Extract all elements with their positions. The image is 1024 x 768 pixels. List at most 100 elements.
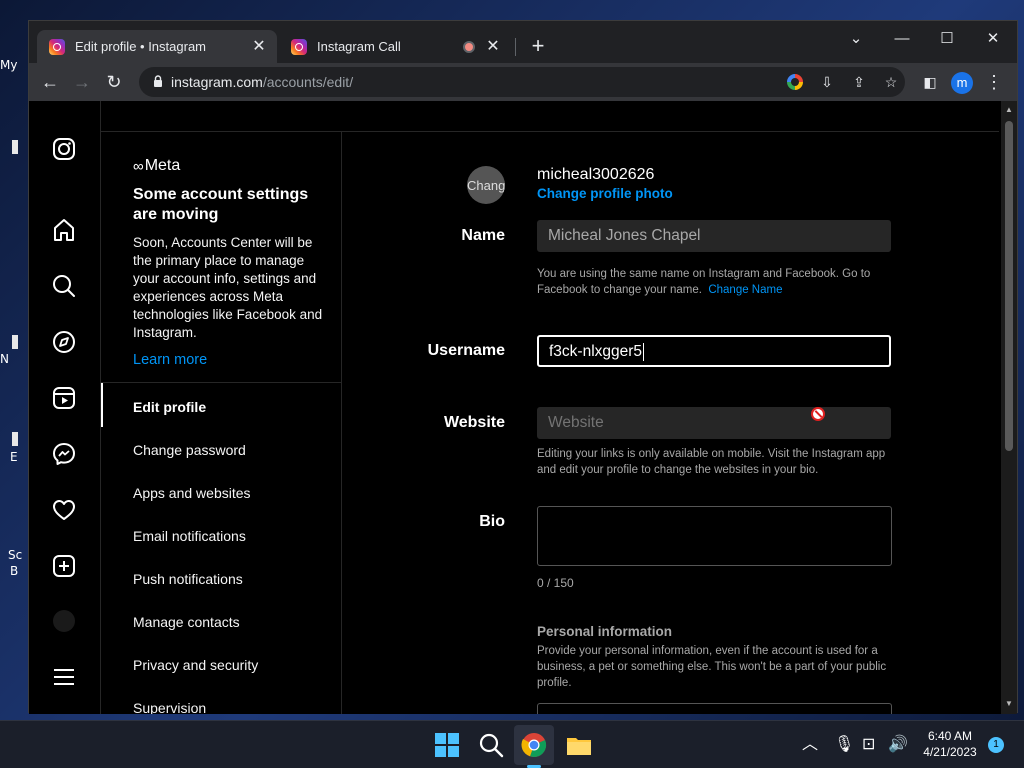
- desktop-icon-label[interactable]: Sc: [8, 548, 22, 562]
- tab-edit-profile[interactable]: Edit profile • Instagram ✕: [37, 30, 277, 63]
- menu-item-privacy-security[interactable]: Privacy and security: [133, 657, 258, 673]
- more-menu-hamburger-icon[interactable]: [51, 664, 77, 690]
- scroll-up-arrow-icon[interactable]: ▲: [1004, 105, 1014, 114]
- profile-photo[interactable]: Chang: [467, 166, 505, 204]
- microphone-icon[interactable]: 🎙: [834, 735, 854, 755]
- accounts-moving-title: Some account settings are moving: [133, 186, 309, 223]
- file-explorer-icon[interactable]: [565, 731, 593, 759]
- tab-close-icon[interactable]: ✕: [249, 37, 269, 57]
- active-menu-indicator: [101, 383, 103, 427]
- website-label: Website: [443, 414, 505, 431]
- network-icon[interactable]: ⊡: [862, 735, 875, 755]
- windows-start-icon[interactable]: [433, 731, 461, 759]
- recording-indicator-icon: [463, 40, 475, 53]
- menu-item-push-notifications[interactable]: Push notifications: [133, 571, 243, 587]
- desktop-icon-label[interactable]: E: [10, 450, 18, 464]
- personal-information-title: Personal information: [537, 624, 673, 639]
- page-scrollbar[interactable]: ▲ ▼: [1001, 101, 1017, 714]
- browser-toolbar: ← → ↻ instagram.com/accounts/edit/ ⇩ ⇪ ☆…: [29, 63, 1017, 101]
- share-icon[interactable]: ⇪: [849, 72, 869, 92]
- menu-item-change-password[interactable]: Change password: [133, 442, 246, 458]
- profile-username: micheal3002626: [537, 166, 655, 183]
- menu-item-apps-websites[interactable]: Apps and websites: [133, 485, 251, 501]
- clock-date: 4/21/2023: [923, 745, 977, 759]
- new-tab-button[interactable]: +: [527, 35, 549, 57]
- accounts-moving-description: Soon, Accounts Center will be the primar…: [133, 235, 323, 340]
- google-lens-icon[interactable]: [787, 74, 803, 90]
- show-hidden-icons-chevron-icon[interactable]: ︿: [802, 735, 818, 755]
- change-name-link[interactable]: Change Name: [708, 284, 782, 296]
- settings-divider: [101, 382, 341, 383]
- name-label: Name: [461, 227, 505, 244]
- desktop-icon-label[interactable]: My: [0, 58, 17, 72]
- notification-badge[interactable]: 1: [988, 737, 1004, 753]
- learn-more-link[interactable]: Learn more: [133, 352, 207, 368]
- home-icon[interactable]: [51, 217, 77, 243]
- website-field: Website: [537, 407, 891, 439]
- profile-avatar[interactable]: m: [951, 72, 973, 94]
- personal-information-help: Provide your personal information, even …: [537, 645, 887, 689]
- desktop-icon-label[interactable]: N: [0, 352, 9, 366]
- windows-taskbar: ︿ 🎙 ⊡ 🔊 6:40 AM 4/21/2023 1: [0, 720, 1024, 768]
- tab-search-dropdown-icon[interactable]: ⌄: [842, 27, 870, 51]
- desktop-icon[interactable]: [12, 140, 18, 154]
- desktop-icon-label[interactable]: B: [10, 564, 18, 578]
- tab-divider: [515, 38, 516, 56]
- tab-close-icon[interactable]: ✕: [483, 37, 503, 57]
- meta-brand-text: Meta: [144, 157, 181, 174]
- volume-icon[interactable]: 🔊: [888, 735, 908, 755]
- back-arrow-icon[interactable]: ←: [38, 70, 62, 94]
- change-profile-photo-button[interactable]: Change profile photo: [537, 186, 673, 201]
- browser-window: Edit profile • Instagram ✕ Instagram Cal…: [28, 20, 1018, 714]
- more-menu-icon[interactable]: ⋮: [982, 70, 1006, 94]
- explore-compass-icon[interactable]: [51, 329, 77, 355]
- email-field[interactable]: [537, 703, 892, 714]
- forward-arrow-icon[interactable]: →: [70, 70, 94, 94]
- name-help-text: You are using the same name on Instagram…: [537, 268, 871, 296]
- instagram-logo-icon[interactable]: [51, 136, 77, 162]
- desktop-icon[interactable]: [12, 432, 18, 446]
- clock-time: 6:40 AM: [927, 729, 973, 743]
- desktop-icon[interactable]: [12, 335, 18, 349]
- menu-item-email-notifications[interactable]: Email notifications: [133, 528, 246, 544]
- meta-infinity-icon: ∞: [133, 157, 144, 175]
- instagram-sidebar: [29, 101, 101, 714]
- address-bar[interactable]: instagram.com/accounts/edit/ ⇩ ⇪ ☆: [139, 67, 905, 97]
- messenger-icon[interactable]: [51, 441, 77, 467]
- url-text[interactable]: instagram.com/accounts/edit/: [171, 74, 353, 90]
- taskbar-clock[interactable]: 6:40 AM 4/21/2023: [920, 728, 980, 760]
- meta-logo: ∞ Meta: [133, 157, 180, 175]
- install-app-icon[interactable]: ⇩: [817, 72, 837, 92]
- notifications-heart-icon[interactable]: [51, 497, 77, 523]
- menu-item-supervision[interactable]: Supervision: [133, 700, 206, 714]
- menu-item-edit-profile[interactable]: Edit profile: [133, 399, 206, 415]
- not-allowed-cursor-icon: [811, 407, 825, 421]
- page-viewport: ∞ Meta Some account settings are moving …: [29, 101, 1017, 714]
- instagram-favicon-icon: [49, 38, 65, 55]
- side-panel-icon[interactable]: ◧: [918, 70, 942, 94]
- close-window-button[interactable]: ✕: [979, 27, 1007, 51]
- bio-character-counter: 0 / 150: [537, 576, 574, 590]
- taskbar-search-icon[interactable]: [477, 731, 505, 759]
- chrome-taskbar-icon[interactable]: [520, 731, 548, 759]
- reels-icon[interactable]: [51, 385, 77, 411]
- scroll-down-arrow-icon[interactable]: ▼: [1004, 699, 1014, 708]
- minimize-button[interactable]: —: [888, 27, 916, 51]
- bookmark-star-icon[interactable]: ☆: [881, 72, 901, 92]
- edit-profile-form: Chang micheal3002626 Change profile phot…: [343, 131, 999, 714]
- tab-title: Edit profile • Instagram: [75, 39, 206, 54]
- username-field[interactable]: f3ck-nlxgger5: [537, 335, 891, 367]
- tab-title: Instagram Call: [317, 39, 401, 54]
- profile-avatar-icon[interactable]: [51, 608, 77, 634]
- maximize-button[interactable]: ☐: [933, 27, 961, 51]
- bio-textarea[interactable]: [537, 506, 892, 566]
- tab-instagram-call[interactable]: Instagram Call ✕: [279, 30, 511, 63]
- search-icon[interactable]: [51, 273, 77, 299]
- reload-icon[interactable]: ↻: [102, 70, 126, 94]
- create-plus-icon[interactable]: [51, 553, 77, 579]
- lock-icon[interactable]: [153, 75, 163, 87]
- menu-item-manage-contacts[interactable]: Manage contacts: [133, 614, 240, 630]
- instagram-favicon-icon: [291, 38, 307, 55]
- scrollbar-thumb[interactable]: [1005, 121, 1013, 451]
- name-field[interactable]: Micheal Jones Chapel: [537, 220, 891, 252]
